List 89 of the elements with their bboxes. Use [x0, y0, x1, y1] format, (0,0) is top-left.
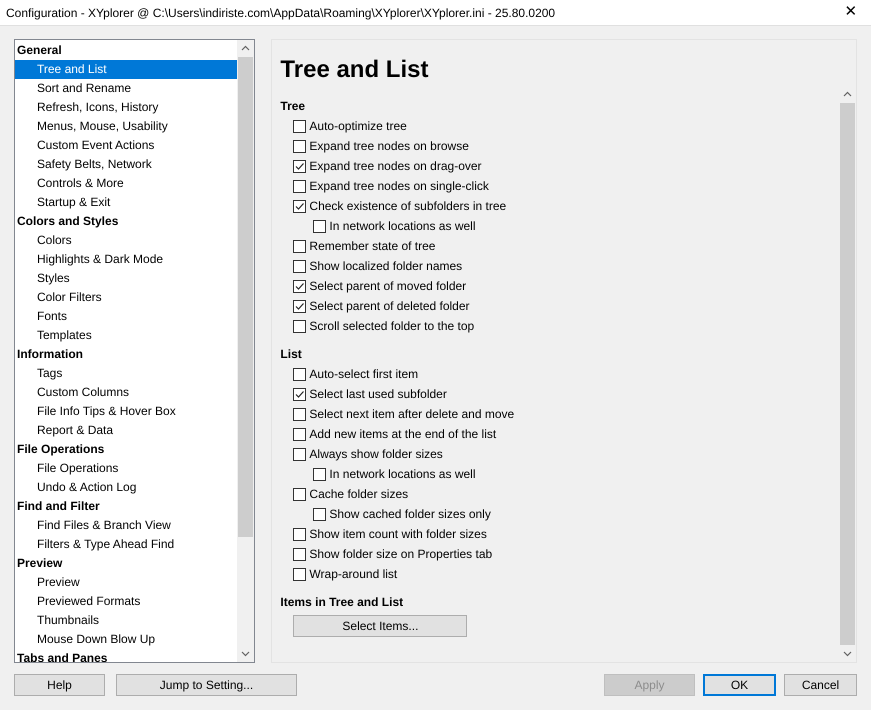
settings-item[interactable]: Tags — [15, 364, 238, 383]
option-label[interactable]: Scroll selected folder to the top — [309, 317, 474, 335]
settings-item[interactable]: Custom Columns — [15, 383, 238, 402]
option-label[interactable]: Expand tree nodes on browse — [309, 137, 469, 155]
settings-item[interactable]: Styles — [15, 269, 238, 288]
option-label[interactable]: Wrap-around list — [309, 565, 398, 583]
option-label[interactable]: In network locations as well — [329, 465, 476, 483]
category-item[interactable]: General — [15, 41, 238, 60]
checkbox[interactable] — [293, 408, 306, 420]
page-title: Tree and List — [280, 55, 428, 85]
option-label[interactable]: Show localized folder names — [309, 257, 462, 275]
settings-item[interactable]: Undo & Action Log — [15, 478, 238, 497]
checkbox[interactable] — [293, 320, 306, 332]
footer-button[interactable]: Help — [14, 674, 105, 696]
footer-button[interactable]: OK — [703, 674, 776, 696]
footer-button[interactable]: Jump to Setting... — [116, 674, 297, 696]
settings-item[interactable]: Fonts — [15, 307, 238, 326]
settings-item[interactable]: Colors — [15, 231, 238, 250]
settings-item[interactable]: Menus, Mouse, Usability — [15, 117, 238, 136]
category-item[interactable]: Preview — [15, 554, 238, 573]
checkbox[interactable] — [293, 260, 306, 272]
option-label[interactable]: Auto-select first item — [309, 365, 418, 383]
option-label[interactable]: Select parent of moved folder — [309, 277, 466, 295]
option-label[interactable]: Remember state of tree — [309, 237, 436, 255]
option-label[interactable]: Expand tree nodes on drag-over — [309, 157, 482, 175]
checkbox[interactable] — [293, 300, 306, 312]
settings-item[interactable]: File Info Tips & Hover Box — [15, 402, 238, 421]
option-label[interactable]: Show cached folder sizes only — [329, 505, 491, 523]
settings-item[interactable]: Filters & Type Ahead Find — [15, 535, 238, 554]
settings-item[interactable]: Refresh, Icons, History — [15, 98, 238, 117]
footer-button[interactable]: Cancel — [784, 674, 857, 696]
category-item[interactable]: Colors and Styles — [15, 212, 238, 231]
settings-item[interactable]: Preview — [15, 573, 238, 592]
category-item[interactable]: File Operations — [15, 440, 238, 459]
checkbox[interactable] — [293, 240, 306, 252]
checkbox[interactable] — [293, 428, 306, 440]
checkbox[interactable] — [293, 180, 306, 192]
option-label[interactable]: Select last used subfolder — [309, 385, 447, 403]
checkbox[interactable] — [293, 388, 306, 400]
window-title: Configuration - XYplorer @ C:\Users\indiriste.com\AppData\Roaming\XYplorer\XYplorer.ini - 25.80.0200 — [5, 4, 556, 22]
checkbox[interactable] — [293, 120, 306, 132]
settings-item[interactable]: Color Filters — [15, 288, 238, 307]
checkbox[interactable] — [313, 468, 326, 480]
checkbox[interactable] — [293, 548, 306, 560]
settings-item[interactable]: Report & Data — [15, 421, 238, 440]
settings-item[interactable]: Find Files & Branch View — [15, 516, 238, 535]
category-item[interactable]: Tabs and Panes — [15, 649, 238, 662]
option-label[interactable]: Check existence of subfolders in tree — [309, 197, 506, 215]
settings-item[interactable]: Mouse Down Blow Up — [15, 630, 238, 649]
checkbox[interactable] — [293, 568, 306, 580]
scrollbar[interactable] — [237, 40, 254, 662]
checkbox[interactable] — [293, 140, 306, 152]
option-label[interactable]: Select parent of deleted folder — [309, 297, 470, 315]
checkbox[interactable] — [293, 528, 306, 540]
section-heading: List — [280, 346, 302, 363]
settings-item[interactable]: Previewed Formats — [15, 592, 238, 611]
section-heading: Items in Tree and List — [280, 594, 404, 611]
checkbox[interactable] — [293, 488, 306, 500]
settings-item[interactable]: File Operations — [15, 459, 238, 478]
checkbox[interactable] — [313, 220, 326, 232]
option-label[interactable]: Cache folder sizes — [309, 485, 408, 503]
settings-item[interactable]: Tree and List — [15, 60, 238, 79]
checkbox[interactable] — [293, 448, 306, 460]
settings-item[interactable]: Sort and Rename — [15, 79, 238, 98]
checkbox[interactable] — [293, 368, 306, 380]
checkbox[interactable] — [313, 508, 326, 520]
select-items-button[interactable]: Select Items... — [293, 615, 468, 637]
checkbox[interactable] — [293, 200, 306, 212]
close-button[interactable]: ✕ — [831, 0, 871, 26]
option-label[interactable]: In network locations as well — [329, 217, 476, 235]
option-label[interactable]: Select next item after delete and move — [309, 405, 514, 423]
option-label[interactable]: Auto-optimize tree — [309, 117, 407, 135]
checkbox[interactable] — [293, 160, 306, 172]
settings-item[interactable]: Templates — [15, 326, 238, 345]
settings-item[interactable]: Safety Belts, Network — [15, 155, 238, 174]
category-item[interactable]: Find and Filter — [15, 497, 238, 516]
category-item[interactable]: Information — [15, 345, 238, 364]
settings-item[interactable]: Startup & Exit — [15, 193, 238, 212]
settings-item[interactable]: Custom Event Actions — [15, 136, 238, 155]
option-label[interactable]: Add new items at the end of the list — [309, 425, 496, 443]
option-label[interactable]: Show folder size on Properties tab — [309, 545, 492, 563]
settings-item[interactable]: Thumbnails — [15, 611, 238, 630]
option-label[interactable]: Expand tree nodes on single-click — [309, 177, 489, 195]
checkbox[interactable] — [293, 280, 306, 292]
settings-item[interactable]: Controls & More — [15, 174, 238, 193]
settings-item[interactable]: Highlights & Dark Mode — [15, 250, 238, 269]
option-label[interactable]: Always show folder sizes — [309, 445, 443, 463]
option-label[interactable]: Show item count with folder sizes — [309, 525, 487, 543]
section-heading: Tree — [280, 98, 306, 115]
